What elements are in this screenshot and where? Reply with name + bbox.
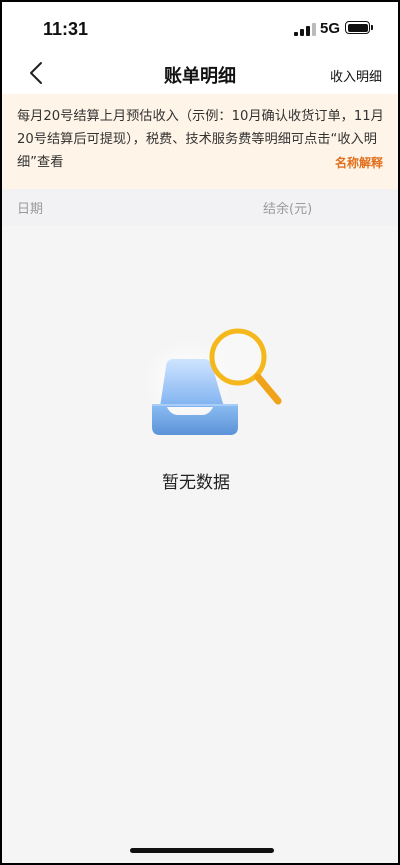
home-indicator[interactable] [130,848,274,853]
notice-text: 每月20号结算上月预估收入（示例：10月确认收货订单，11月20号结算后可提现）… [17,109,384,170]
signal-icon [294,22,316,36]
column-balance: 结余(元) [263,202,313,217]
column-date: 日期 [17,202,44,217]
income-detail-link[interactable]: 收入明细 [330,66,382,85]
term-explanation-link[interactable]: 名称解释 [335,152,383,175]
table-header: 日期 结余(元) [2,189,398,225]
status-bar: 11:31 5G [2,2,398,52]
battery-icon [345,21,373,34]
app-screen: 11:31 5G 账单明细 收入明细 每月20号结算上月预估收入（示例：10月确… [2,2,398,863]
network-label: 5G [320,20,341,37]
nav-bar: 账单明细 收入明细 [2,52,398,94]
empty-tray-magnifier-icon [143,328,282,435]
settlement-notice: 每月20号结算上月预估收入（示例：10月确认收货订单，11月20号结算后可提现）… [2,94,398,189]
status-time: 11:31 [43,19,89,39]
empty-state-text: 暂无数据 [162,473,230,493]
